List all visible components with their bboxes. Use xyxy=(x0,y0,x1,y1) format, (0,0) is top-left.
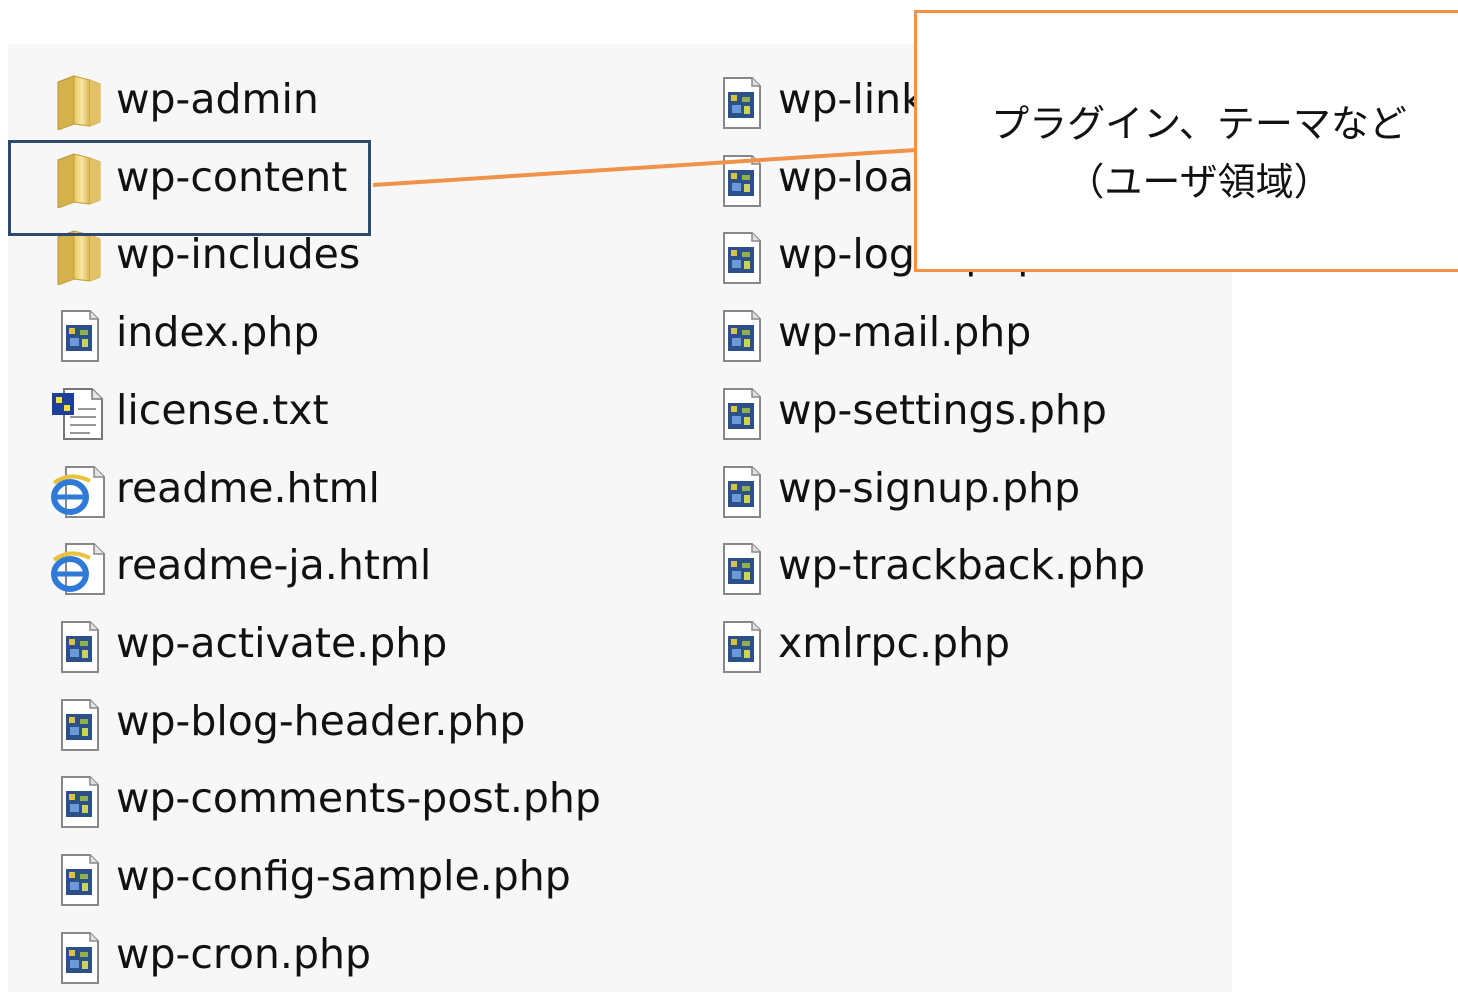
file-item-wp-settings-php[interactable]: wp-settings.php xyxy=(712,379,1272,443)
php-file-icon xyxy=(712,72,770,130)
file-item-xmlrpc-php[interactable]: xmlrpc.php xyxy=(712,612,1272,676)
file-item-readme-ja-html[interactable]: readme-ja.html xyxy=(50,534,610,598)
folder-icon xyxy=(50,72,108,131)
text-file-icon xyxy=(50,383,108,441)
php-file-icon xyxy=(50,771,108,829)
file-name: wp-settings.php xyxy=(778,385,1107,434)
file-name: xmlrpc.php xyxy=(778,618,1011,667)
ie-html-file-icon xyxy=(50,461,108,519)
file-item-wp-blog-header-php[interactable]: wp-blog-header.php xyxy=(50,690,610,754)
file-item-wp-config-sample-php[interactable]: wp-config-sample.php xyxy=(50,845,610,909)
php-file-icon xyxy=(50,694,108,752)
file-item-wp-activate-php[interactable]: wp-activate.php xyxy=(50,612,610,676)
callout-box: プラグイン、テーマなど （ユーザ領域） xyxy=(914,10,1458,272)
php-file-icon xyxy=(50,849,108,907)
php-file-icon xyxy=(712,150,770,208)
php-file-icon xyxy=(712,461,770,519)
file-name: wp-config-sample.php xyxy=(116,852,571,900)
file-item-wp-admin[interactable]: wp-admin xyxy=(50,68,610,132)
php-file-icon xyxy=(712,305,770,363)
file-item-wp-cron-php[interactable]: wp-cron.php xyxy=(50,923,610,987)
folder-icon xyxy=(50,227,108,287)
file-item-readme-html[interactable]: readme.html xyxy=(50,457,610,521)
callout-line-2: （ユーザ領域） xyxy=(1066,160,1332,204)
file-item-wp-comments-post-php[interactable]: wp-comments-post.php xyxy=(50,767,610,831)
file-name: wp-comments-post.php xyxy=(116,774,601,823)
php-file-icon xyxy=(50,305,108,363)
file-name: readme-ja.html xyxy=(116,541,432,590)
file-name: wp-admin xyxy=(116,75,319,123)
file-item-index-php[interactable]: index.php xyxy=(50,301,610,365)
file-name: readme.html xyxy=(116,463,380,512)
file-name: wp-mail.php xyxy=(778,308,1032,357)
ie-html-file-icon xyxy=(50,538,108,596)
wp-content-highlight-box xyxy=(8,140,371,236)
file-name: index.php xyxy=(116,308,320,357)
file-name: wp-signup.php xyxy=(778,463,1081,512)
file-name: license.txt xyxy=(116,385,329,434)
php-file-icon xyxy=(712,227,770,285)
file-name: wp-cron.php xyxy=(116,929,371,978)
file-item-wp-mail-php[interactable]: wp-mail.php xyxy=(712,301,1272,365)
file-item-wp-signup-php[interactable]: wp-signup.php xyxy=(712,457,1272,521)
file-item-wp-trackback-php[interactable]: wp-trackback.php xyxy=(712,534,1272,598)
file-name: wp-blog-header.php xyxy=(116,696,526,745)
php-file-icon xyxy=(712,616,770,674)
callout-line-1: プラグイン、テーマなど xyxy=(991,102,1407,146)
php-file-icon xyxy=(712,383,770,441)
file-name: wp-activate.php xyxy=(116,618,448,667)
php-file-icon xyxy=(50,927,108,985)
file-name: wp-trackback.php xyxy=(778,541,1146,590)
file-item-license-txt[interactable]: license.txt xyxy=(50,379,610,443)
php-file-icon xyxy=(50,616,108,674)
callout-text: プラグイン、テーマなど （ユーザ領域） xyxy=(917,95,1458,211)
php-file-icon xyxy=(712,538,770,596)
